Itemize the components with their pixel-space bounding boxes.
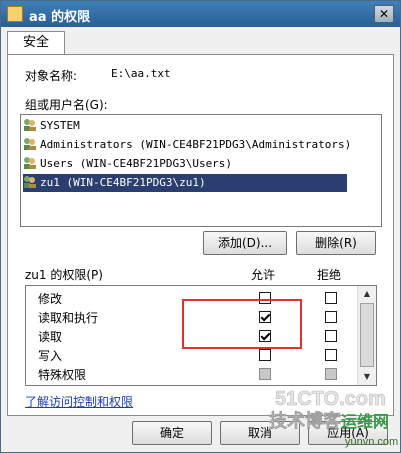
user-group-icon	[24, 157, 36, 169]
user-group-icon	[24, 119, 36, 131]
permissions-label: zu1 的权限(P)	[25, 268, 103, 282]
allow-checkbox[interactable]	[259, 349, 271, 361]
list-item-selected[interactable]: zu1 (WIN-CE4BF21PDG3\zu1)	[23, 174, 347, 192]
allow-checkbox	[259, 368, 271, 380]
permission-name: 读取和执行	[38, 311, 99, 325]
permission-name: 特殊权限	[38, 368, 87, 382]
object-name-value: E:\aa.txt	[111, 67, 171, 80]
user-name: SYSTEM	[40, 119, 80, 132]
highlight-annotation	[182, 299, 302, 349]
scroll-up-icon[interactable]: ▲	[360, 287, 374, 301]
user-group-icon	[24, 138, 36, 150]
permissions-dialog: aa 的权限 ✕ 安全 对象名称: E:\aa.txt 组或用户名(G): SY…	[0, 0, 401, 453]
folder-icon	[7, 6, 23, 22]
user-group-icon	[24, 176, 36, 188]
scroll-down-icon[interactable]: ▼	[360, 370, 374, 384]
permission-name: 读取	[38, 330, 63, 344]
group-users-label: 组或用户名(G):	[25, 98, 108, 112]
allow-header: 允许	[251, 268, 276, 282]
user-name: zu1 (WIN-CE4BF21PDG3\zu1)	[40, 176, 206, 189]
ok-button[interactable]: 确定	[132, 421, 212, 445]
scroll-thumb[interactable]	[360, 303, 374, 367]
deny-checkbox[interactable]	[325, 311, 337, 323]
window-title: aa 的权限	[29, 10, 91, 25]
remove-button[interactable]: 删除(R)	[296, 231, 376, 255]
apply-button[interactable]: 应用(A)	[308, 421, 388, 445]
user-name: Users (WIN-CE4BF21PDG3\Users)	[40, 157, 233, 170]
permission-row: 特殊权限	[26, 365, 356, 383]
learn-access-control-link[interactable]: 了解访问控制和权限	[25, 393, 133, 410]
add-button[interactable]: 添加(D)...	[203, 231, 287, 255]
permissions-scrollbar[interactable]: ▲ ▼	[357, 286, 376, 385]
user-name: Administrators (WIN-CE4BF21PDG3\Administ…	[40, 138, 352, 151]
users-listbox[interactable]: SYSTEM Administrators (WIN-CE4BF21PDG3\A…	[20, 114, 382, 227]
deny-checkbox[interactable]	[325, 330, 337, 342]
deny-checkbox	[325, 368, 337, 380]
permission-name: 写入	[38, 349, 63, 363]
cancel-button[interactable]: 取消	[220, 421, 300, 445]
list-item[interactable]: SYSTEM	[23, 117, 347, 135]
list-item[interactable]: Users (WIN-CE4BF21PDG3\Users)	[23, 155, 347, 173]
deny-checkbox[interactable]	[325, 292, 337, 304]
deny-header: 拒绝	[317, 268, 342, 282]
close-button[interactable]: ✕	[374, 5, 394, 23]
deny-checkbox[interactable]	[325, 349, 337, 361]
tab-security[interactable]: 安全	[7, 31, 65, 55]
title-bar[interactable]: aa 的权限 ✕	[1, 1, 400, 27]
list-item[interactable]: Administrators (WIN-CE4BF21PDG3\Administ…	[23, 136, 351, 154]
object-name-label: 对象名称:	[25, 69, 78, 83]
permission-name: 修改	[38, 292, 63, 306]
